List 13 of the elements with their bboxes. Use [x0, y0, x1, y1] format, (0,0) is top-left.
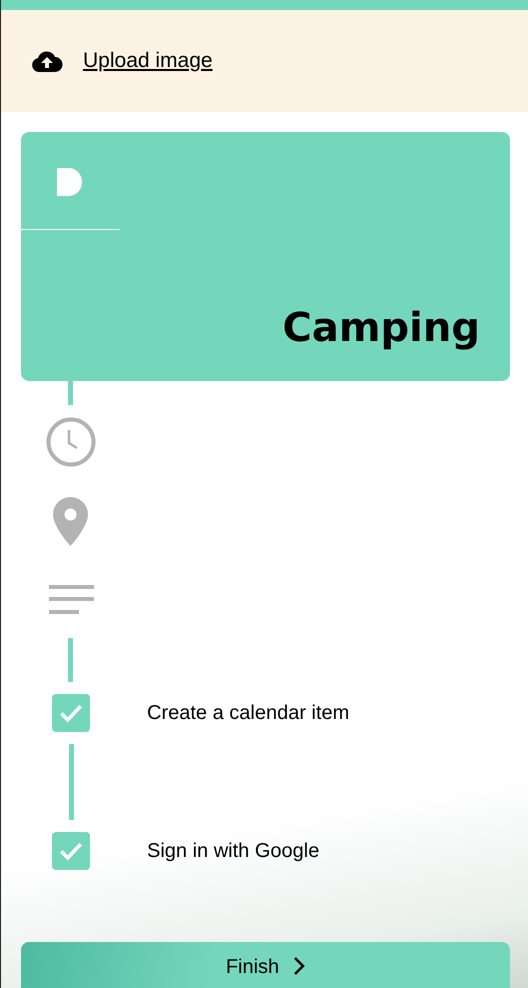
- clock-icon[interactable]: [46, 417, 96, 467]
- description-icon[interactable]: [49, 585, 94, 615]
- task-label: Sign in with Google: [147, 840, 320, 862]
- upload-image-link[interactable]: Upload image: [83, 49, 213, 73]
- cloud-upload-icon: [31, 50, 63, 72]
- card-title: Camping: [282, 305, 481, 351]
- finish-button[interactable]: Finish: [21, 942, 510, 988]
- checkbox[interactable]: [52, 694, 90, 732]
- chevron-right-icon: [293, 956, 306, 976]
- logo-icon: [57, 168, 83, 196]
- checkbox[interactable]: [52, 832, 90, 870]
- location-pin-icon[interactable]: [53, 497, 88, 546]
- task-label: Create a calendar item: [147, 702, 350, 724]
